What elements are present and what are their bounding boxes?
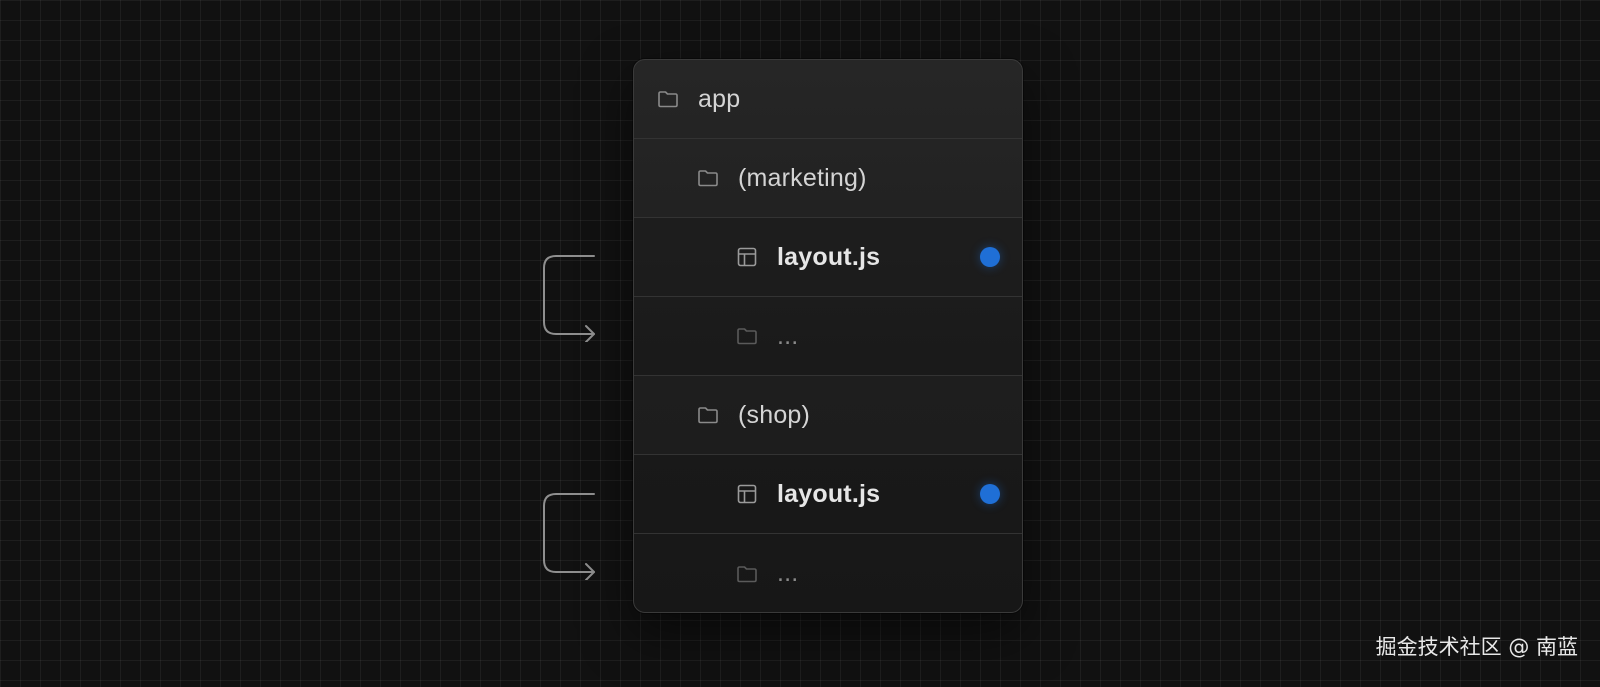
status-dot [980,247,1000,267]
tree-row-marketing-more: ... [634,297,1022,376]
tree-row-label: ... [777,559,799,587]
tree-row-label: (marketing) [738,163,867,192]
watermark: 掘金技术社区 @ 南蓝 [1375,635,1578,659]
tree-row-label: layout.js [777,479,881,508]
folder-icon [735,562,759,586]
tree-row-label: layout.js [777,242,881,271]
layout-file-icon [735,245,759,269]
folder-icon [696,403,720,427]
tree-row-shop-more: ... [634,534,1022,612]
tree-row-shop: (shop) [634,376,1022,455]
folder-icon [656,87,680,111]
diagram-canvas: app (marketing) layout.js ... (shop) lay… [0,0,1600,687]
tree-row-marketing-layout: layout.js [634,218,1022,297]
folder-icon [696,166,720,190]
tree-row-app: app [634,60,1022,139]
tree-row-shop-layout: layout.js [634,455,1022,534]
folder-icon [735,324,759,348]
tree-row-label: (shop) [738,400,811,429]
status-dot [980,484,1000,504]
nesting-arrow-shop [543,493,595,580]
tree-row-label: ... [777,321,799,350]
file-tree-panel: app (marketing) layout.js ... (shop) lay… [633,59,1023,613]
layout-file-icon [735,482,759,506]
tree-row-label: app [698,84,741,113]
tree-row-marketing: (marketing) [634,139,1022,218]
nesting-arrow-marketing [543,255,595,342]
